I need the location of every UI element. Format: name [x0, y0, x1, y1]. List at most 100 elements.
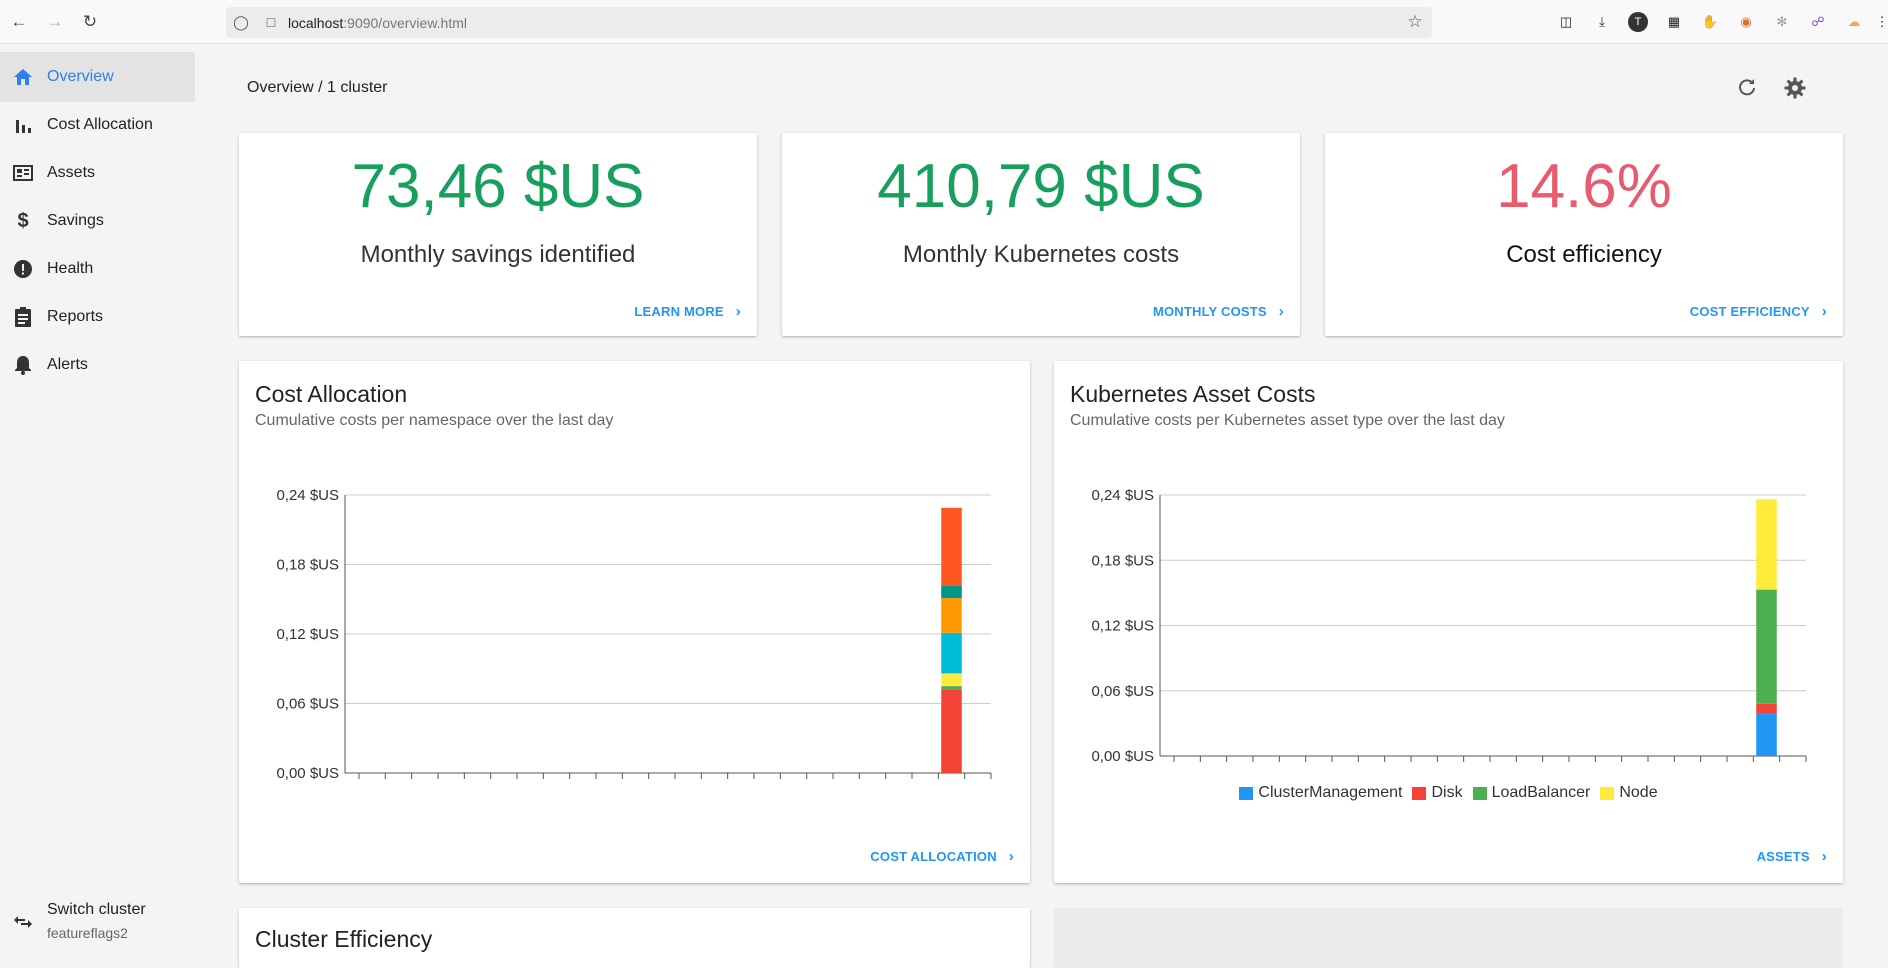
sidebar-item-alerts[interactable]: Alerts: [0, 340, 195, 390]
clipboard-icon: [12, 306, 34, 328]
bar-segment: [941, 689, 962, 773]
sidebar-item-label: Assets: [47, 164, 96, 181]
legend-item[interactable]: Disk: [1412, 784, 1463, 802]
cluster-efficiency-title: Cluster Efficiency: [255, 926, 433, 952]
bar-segment: [941, 585, 962, 599]
assets-link[interactable]: ASSETS ›: [1757, 848, 1827, 865]
alert-circle-icon: [12, 258, 34, 280]
asset-costs-legend: ClusterManagement Disk LoadBalancer Node: [1054, 784, 1843, 802]
bar-segment: [941, 632, 962, 674]
home-icon: [12, 66, 34, 88]
sidebar-item-label: Savings: [47, 212, 104, 229]
y-tick-label: 0,24 $US: [1091, 487, 1154, 504]
cluster-efficiency-card: Cluster Efficiency: [239, 908, 1030, 968]
sidebar-item-label: Cost Allocation: [47, 116, 153, 133]
sidebar: Overview Cost Allocation Assets $ Saving…: [0, 45, 196, 952]
y-tick-label: 0,12 $US: [1091, 618, 1154, 635]
bar-segment: [941, 686, 962, 690]
bar-segment: [941, 673, 962, 687]
sidebar-item-label: Reports: [47, 308, 104, 325]
cost-allocation-link[interactable]: COST ALLOCATION ›: [870, 848, 1014, 865]
learn-more-label: LEARN MORE: [634, 304, 724, 319]
forward-icon[interactable]: →: [43, 10, 67, 34]
sidebar-item-cost-allocation[interactable]: Cost Allocation: [0, 100, 195, 150]
extension-cloud-icon[interactable]: ☁: [1844, 12, 1864, 32]
sidebar-item-reports[interactable]: Reports: [0, 292, 195, 342]
extension-gear-icon[interactable]: ✻: [1772, 12, 1792, 32]
url-path: :9090/overview.html: [343, 15, 467, 31]
overflow-menu-icon[interactable]: ⋮: [1876, 12, 1888, 32]
download-icon[interactable]: ⤓: [1592, 12, 1612, 32]
chevron-right-icon: ›: [1278, 303, 1284, 320]
cost-allocation-chart: 0,00 $US 0,06 $US 0,12 $US 0,18 $US 0,24 $US: [276, 487, 992, 781]
extension-qr-icon[interactable]: ▦: [1664, 12, 1684, 32]
sidebar-item-label: Alerts: [47, 356, 88, 373]
cost-efficiency-value: 14.6%: [1496, 152, 1672, 221]
bar-segment: [1756, 713, 1777, 756]
extension-t-icon[interactable]: T: [1628, 12, 1648, 32]
browser-toolbar: ← → ↻ ◯ □ localhost:9090/overview.html ☆…: [0, 0, 1888, 44]
page-icon: □: [266, 14, 276, 30]
pocket-icon[interactable]: ◫: [1556, 12, 1576, 32]
y-tick-label: 0,00 $US: [1091, 748, 1154, 765]
bar-segment: [1756, 499, 1777, 590]
legend-swatch: [1239, 786, 1254, 800]
learn-more-link[interactable]: LEARN MORE ›: [634, 303, 741, 320]
extension-link-icon[interactable]: ☍: [1808, 12, 1828, 32]
y-tick-label: 0,18 $US: [1091, 552, 1154, 569]
assets-icon: [12, 162, 34, 184]
savings-label: Monthly savings identified: [360, 241, 636, 268]
asset-costs-chart: 0,00 $US 0,06 $US 0,12 $US 0,18 $US 0,24 $US: [1091, 487, 1807, 765]
legend-label: Node: [1619, 784, 1658, 801]
legend-label: ClusterManagement: [1258, 784, 1403, 801]
cost-efficiency-link-label: COST EFFICIENCY: [1689, 304, 1810, 319]
legend-item[interactable]: LoadBalancer: [1472, 784, 1591, 802]
switch-cluster-label: Switch cluster: [47, 901, 146, 918]
monthly-costs-link[interactable]: MONTHLY COSTS ›: [1153, 303, 1284, 320]
extension-hand-icon[interactable]: ✋: [1700, 12, 1720, 32]
reload-icon[interactable]: ↻: [78, 10, 102, 34]
bookmark-star-icon[interactable]: ☆: [1406, 12, 1424, 31]
legend-swatch: [1412, 786, 1427, 800]
sidebar-item-label: Health: [47, 260, 94, 277]
cost-efficiency-link[interactable]: COST EFFICIENCY ›: [1690, 303, 1827, 320]
bar-segment: [1756, 703, 1777, 714]
shield-icon[interactable]: ◯: [232, 13, 250, 31]
address-bar[interactable]: ◯ □ localhost:9090/overview.html ☆: [226, 7, 1432, 38]
url-host: localhost: [288, 15, 344, 31]
asset-costs-card: Kubernetes Asset Costs Cumulative costs …: [1054, 361, 1843, 883]
legend-item[interactable]: ClusterManagement: [1239, 784, 1402, 802]
bar-chart-icon: [12, 114, 34, 136]
savings-value: 73,46 $US: [351, 152, 645, 221]
sidebar-item-savings[interactable]: $ Savings: [0, 196, 195, 246]
current-cluster-name: featureflags2: [47, 925, 128, 941]
back-icon[interactable]: ←: [7, 10, 31, 34]
chevron-right-icon: ›: [1821, 303, 1827, 320]
swap-arrows-icon: [12, 911, 34, 933]
kubernetes-costs-card: 410,79 $US Monthly Kubernetes costs MONT…: [782, 133, 1300, 336]
y-tick-label: 0,24 $US: [276, 487, 339, 504]
y-tick-label: 0,18 $US: [276, 557, 339, 574]
cost-efficiency-card: 14.6% Cost efficiency COST EFFICIENCY ›: [1325, 133, 1843, 336]
bar-segment: [941, 598, 962, 633]
y-tick-label: 0,06 $US: [1091, 683, 1154, 700]
refresh-icon[interactable]: [1735, 76, 1759, 100]
breadcrumb: Overview / 1 cluster: [247, 79, 388, 96]
switch-cluster-button[interactable]: Switch cluster featureflags2: [0, 893, 195, 953]
legend-label: LoadBalancer: [1491, 784, 1591, 801]
cost-allocation-card: Cost Allocation Cumulative costs per nam…: [239, 361, 1030, 883]
sidebar-item-health[interactable]: Health: [0, 244, 195, 294]
y-tick-label: 0,06 $US: [276, 696, 339, 713]
dollar-icon: $: [17, 209, 29, 232]
chevron-right-icon: ›: [735, 303, 741, 320]
extension-fox-icon[interactable]: ◉: [1736, 12, 1756, 32]
y-tick-label: 0,12 $US: [276, 626, 339, 643]
cost-allocation-link-label: COST ALLOCATION: [870, 849, 997, 864]
settings-gear-icon[interactable]: [1783, 76, 1807, 100]
sidebar-item-label: Overview: [47, 68, 114, 85]
sidebar-item-overview[interactable]: Overview: [0, 52, 195, 102]
assets-link-label: ASSETS: [1756, 849, 1810, 864]
sidebar-item-assets[interactable]: Assets: [0, 148, 195, 198]
url-text: localhost:9090/overview.html: [288, 15, 467, 31]
legend-item[interactable]: Node: [1600, 784, 1658, 802]
